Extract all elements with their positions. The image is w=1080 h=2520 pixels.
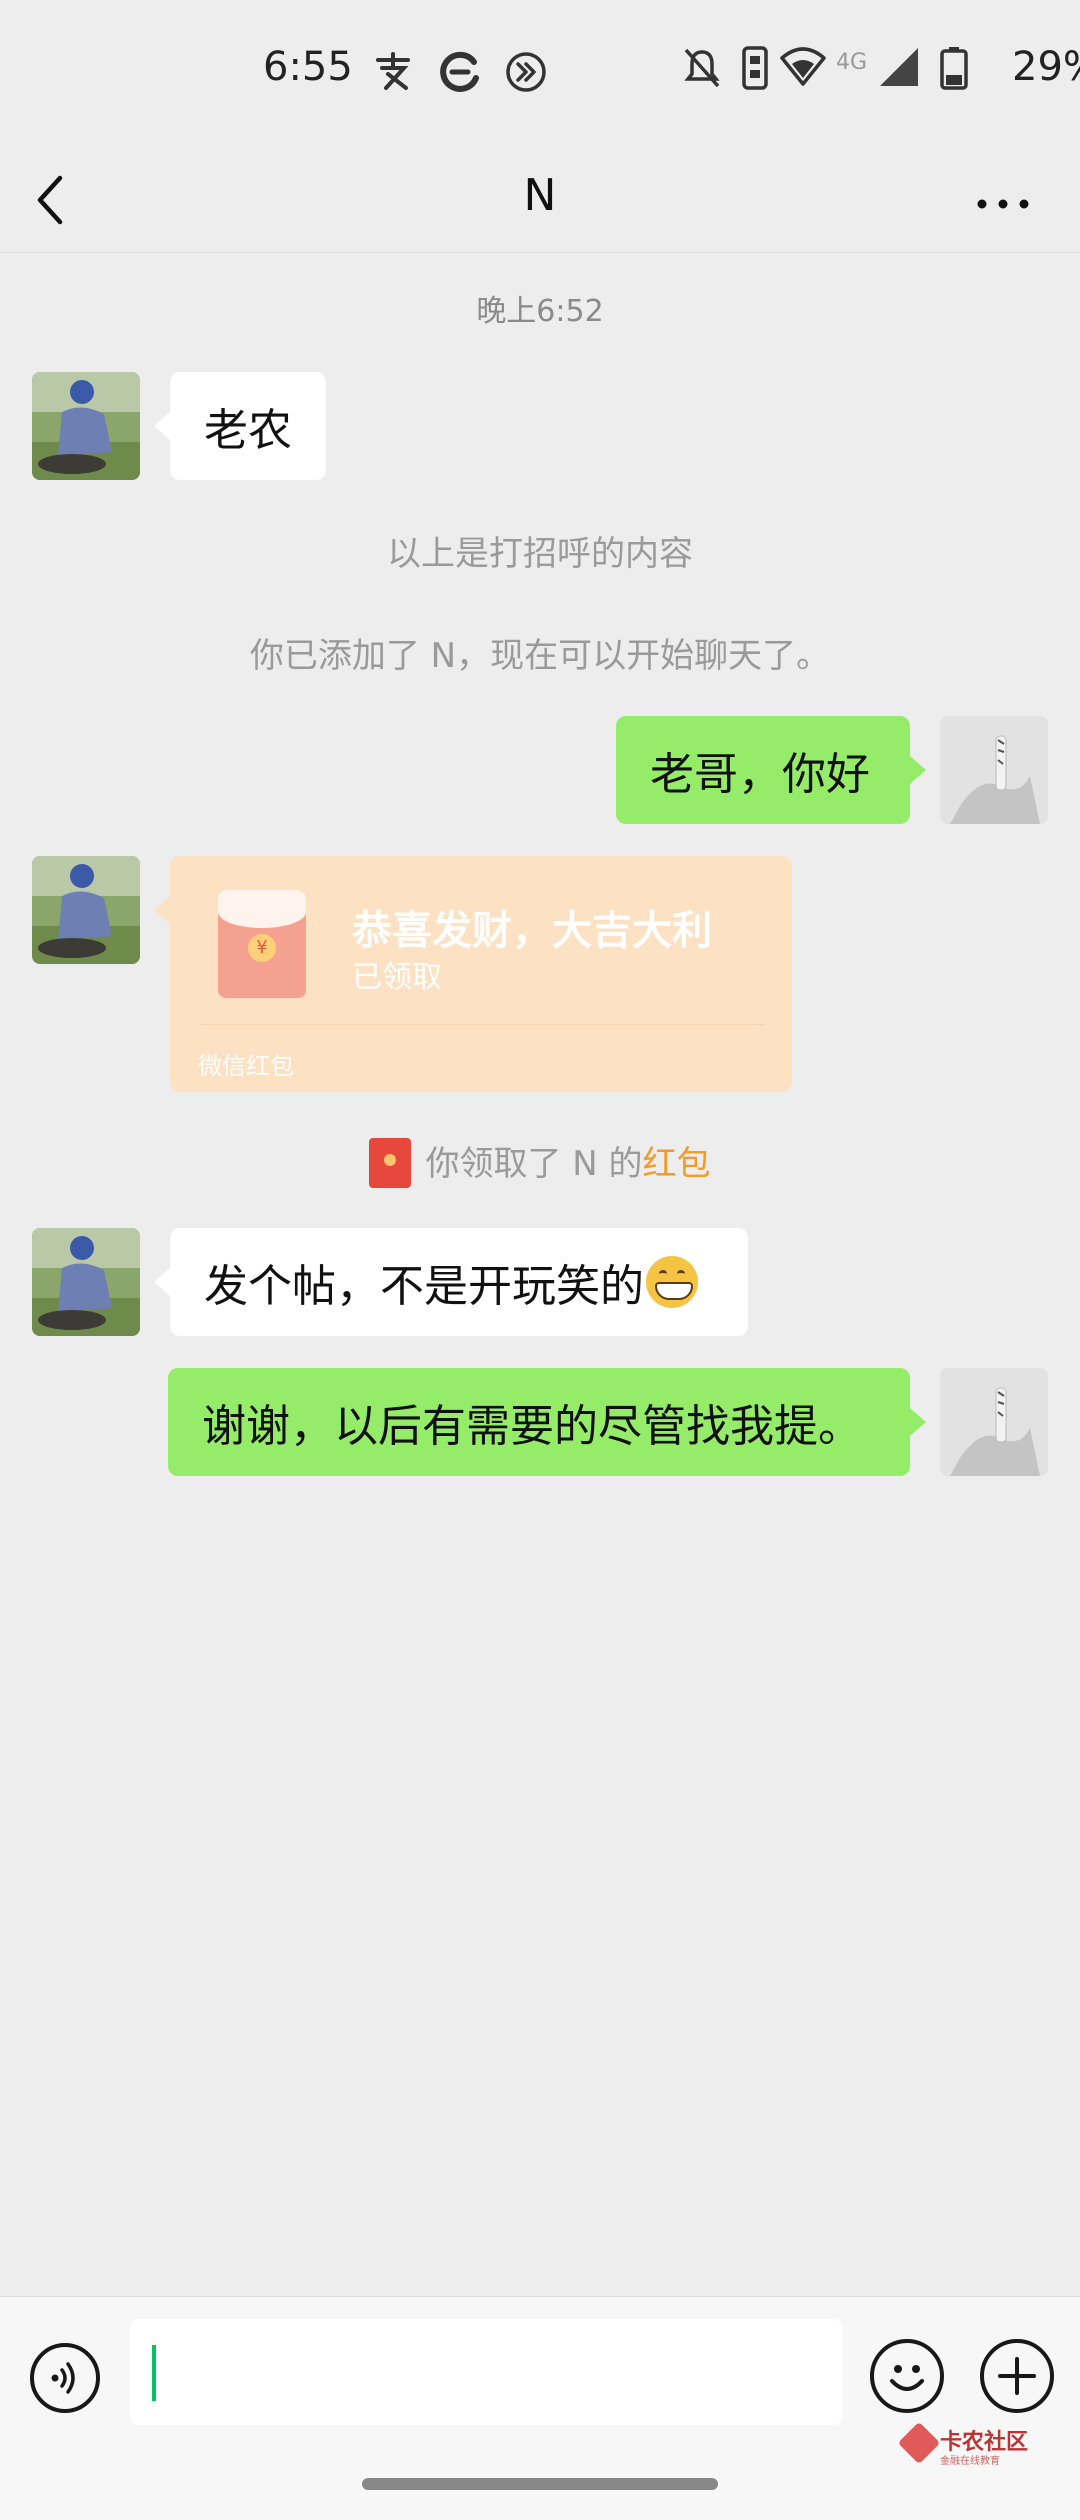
red-packet-footer: 微信红包 [198,1052,294,1080]
home-indicator[interactable] [362,2478,718,2490]
more-actions-button[interactable] [980,2339,1054,2413]
forward-icon [504,50,548,100]
red-packet-status: 已领取 [352,960,442,995]
message-text: 谢谢，以后有需要的尽管找我提。 [202,1401,862,1452]
chat-header: N [0,150,1080,253]
message-timestamp: 晚上6:52 [476,294,604,329]
my-avatar[interactable] [940,716,1048,824]
message-bubble-received[interactable]: 发个帖，不是开玩笑的 [154,1228,748,1336]
contact-avatar[interactable] [32,856,140,964]
more-button[interactable] [970,170,1050,230]
more-dots-icon [970,199,1040,234]
mute-icon [682,46,722,94]
message-bubble-received[interactable]: 老农 [154,372,326,480]
contact-avatar[interactable] [32,1228,140,1336]
message-text: 老哥，你好 [650,749,870,800]
chat-screen: 6:55 4G 29% [0,0,1080,2520]
message-bubble-sent[interactable]: 老哥，你好 [616,716,926,824]
chevron-left-icon [30,175,70,246]
signal-icon [878,46,922,92]
voice-icon [34,2362,96,2413]
grinning-face-icon [646,1256,698,1308]
watermark-logo-icon [897,2421,941,2465]
text-caret [152,2345,156,2401]
network-type: 4G [836,50,868,75]
battery-icon [940,46,968,94]
system-note: 你已添加了 N，现在可以开始聊天了。 [249,636,831,676]
alipay-icon [372,50,414,98]
smiley-icon [874,2365,940,2413]
voice-button[interactable] [30,2343,100,2413]
red-packet-card[interactable]: ¥ 恭喜发财，大吉大利 已领取 微信红包 [154,856,792,1092]
red-envelope-icon: ¥ [218,890,306,998]
red-packet-icon [369,1137,412,1188]
wifi-icon [780,46,826,90]
message-text: 发个帖，不是开玩笑的 [204,1261,644,1312]
chat-title: N [523,170,557,221]
red-packet-notice-text: 你领取了 N 的 [425,1144,643,1184]
status-bar: 6:55 4G 29% [0,0,1080,150]
status-time: 6:55 [263,44,353,90]
plus-icon [984,2357,1050,2413]
red-packet-link[interactable]: 红包 [643,1144,711,1184]
contact-avatar[interactable] [32,372,140,480]
message-text: 老农 [204,405,292,456]
message-input[interactable] [130,2319,842,2425]
browser-icon [438,50,482,98]
red-packet-notice: 你领取了 N 的红包 [0,1136,1080,1191]
system-note: 以上是打招呼的内容 [387,534,693,574]
vibrate-icon [740,46,770,94]
message-bubble-sent[interactable]: 谢谢，以后有需要的尽管找我提。 [168,1368,926,1476]
emoji-button[interactable] [870,2339,944,2413]
red-packet-title: 恭喜发财，大吉大利 [352,908,712,954]
watermark-subtext: 金融在线教育 [940,2456,1000,2467]
battery-percent: 29% [1012,44,1080,90]
red-packet-divider [198,1024,764,1025]
my-avatar[interactable] [940,1368,1048,1476]
watermark: 卡农社区 金融在线教育 [897,2421,1064,2474]
